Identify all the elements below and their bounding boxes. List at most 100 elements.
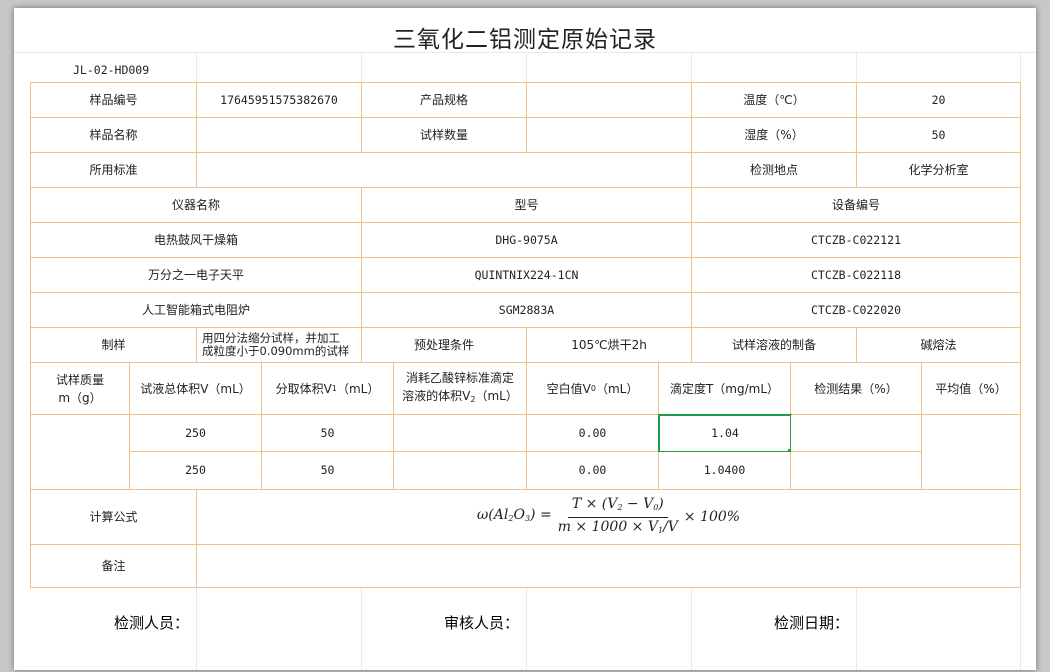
titrant-header-text: 溶液的体积V [402,388,471,403]
titer-header: 滴定度T（mg/mL） [659,363,791,415]
qty-value[interactable] [527,118,692,153]
titrant-volume-cell[interactable] [394,452,527,490]
average-header: 平均值（%） [922,363,1021,415]
gridline [856,52,857,86]
spec-label: 产品规格 [362,83,527,118]
mass-header: 试样质量 m（g） [31,363,130,415]
standard-label: 所用标准 [31,153,197,188]
titrant-header-line1: 消耗乙酸锌标准滴定 [405,370,514,385]
humidity-label: 湿度（%） [692,118,857,153]
instrument-id[interactable]: CTCZB-C022020 [692,293,1021,328]
temp-label: 温度（℃） [692,83,857,118]
instrument-id[interactable]: CTCZB-C022118 [692,258,1021,293]
instrument-name[interactable]: 人工智能箱式电阻炉 [31,293,362,328]
instrument-model[interactable]: DHG-9075A [362,223,692,258]
formula-denominator: m × 1000 × V1/V [558,518,678,538]
total-volume-header: 试液总体积V（mL） [130,363,262,415]
blank-header-unit: （mL） [595,381,639,396]
pretreat-label: 预处理条件 [362,328,527,363]
formula-num-mid: − V [622,495,654,512]
mass-header-line1: 试样质量 [55,372,104,387]
prep-value-line2: 成粒度小于0.090mm的试样 [202,344,350,358]
gridline [691,52,692,86]
solution-value[interactable]: 碱熔法 [857,328,1021,363]
aliquot-header-unit: （mL） [336,381,380,396]
standard-value[interactable] [197,153,692,188]
page-title: 三氧化二铝测定原始记录 [393,27,657,53]
blank-cell[interactable]: 0.00 [527,452,659,490]
result-cell[interactable] [791,415,922,452]
prep-value[interactable]: 用四分法缩分试样，并加工 成粒度小于0.090mm的试样 [197,328,362,363]
formula-lhs-text: ω(Al [476,507,509,523]
pretreat-value[interactable]: 105℃烘干2h [527,328,692,363]
gridline [691,588,692,670]
titer-cell-selected[interactable]: 1.04 [658,414,792,453]
titrant-volume-cell[interactable] [394,415,527,452]
instrument-name-header: 仪器名称 [31,188,362,223]
instrument-model[interactable]: QUINTNIX224-1CN [362,258,692,293]
prep-label: 制样 [31,328,197,363]
aliquot-header-text: 分取体积V [275,381,332,396]
formula-lhs-end: ) = [530,507,552,523]
record-code: JL-02-HD009 [73,63,150,77]
formula-fraction: T × (V2 − V0) m × 1000 × V1/V [558,495,678,538]
formula-num-end: ) [658,495,664,512]
spec-value[interactable] [527,83,692,118]
humidity-value[interactable]: 50 [857,118,1021,153]
gridline [1020,52,1021,86]
gridline [1020,588,1021,670]
average-cell[interactable] [922,415,1021,490]
date-label: 检测日期： [774,614,850,632]
qty-label: 试样数量 [362,118,527,153]
formula-den-text: m × 1000 × V [557,518,658,535]
mass-cell[interactable] [31,415,130,490]
record-sheet: 三氧化二铝测定原始记录 JL-02-HD009 样品编号 17645951575… [14,8,1036,670]
remark-label: 备注 [31,545,197,588]
titrant-volume-header: 消耗乙酸锌标准滴定 溶液的体积V2（mL） [394,363,527,415]
gridline [526,52,527,86]
titer-cell[interactable]: 1.0400 [659,452,791,490]
gridline [196,52,197,86]
gridline [196,588,197,670]
result-header: 检测结果（%） [791,363,922,415]
location-label: 检测地点 [692,153,857,188]
aliquot-volume-header: 分取体积V 1 （mL） [262,363,394,415]
formula-label: 计算公式 [31,490,197,545]
gridline [526,588,527,670]
solution-label: 试样溶液的制备 [692,328,857,363]
total-volume-cell[interactable]: 250 [130,452,262,490]
tester-label: 检测人员： [114,614,190,632]
sample-name-label: 样品名称 [31,118,197,153]
formula-lhs-mid: O [513,507,525,523]
formula-num-text: T × (V [571,495,618,512]
total-volume-cell[interactable]: 250 [130,415,262,452]
titrant-header-unit: （mL） [475,388,518,403]
instrument-id-header: 设备编号 [692,188,1021,223]
gridline [361,52,362,86]
sample-no-value[interactable]: 17645951575382670 [197,83,362,118]
aliquot-volume-cell[interactable]: 50 [262,452,394,490]
instrument-model-header: 型号 [362,188,692,223]
instrument-model[interactable]: SGM2883A [362,293,692,328]
blank-header: 空白值V 0 （mL） [527,363,659,415]
blank-cell[interactable]: 0.00 [527,415,659,452]
blank-header-text: 空白值V [546,381,591,396]
formula-cell: ω(Al2O3) = T × (V2 − V0) m × 1000 × V1/V… [197,490,1021,545]
location-value[interactable]: 化学分析室 [857,153,1021,188]
gridline [361,588,362,670]
reviewer-label: 审核人员： [444,614,520,632]
instrument-id[interactable]: CTCZB-C022121 [692,223,1021,258]
instrument-name[interactable]: 电热鼓风干燥箱 [31,223,362,258]
instrument-name[interactable]: 万分之一电子天平 [31,258,362,293]
result-cell[interactable] [791,452,922,490]
mass-header-line2: m（g） [58,390,102,405]
formula-numerator: T × (V2 − V0) [567,495,668,518]
aliquot-volume-cell[interactable]: 50 [262,415,394,452]
formula-lhs: ω(Al2O3) = [477,508,552,526]
formula-expression: ω(Al2O3) = T × (V2 − V0) m × 1000 × V1/V… [477,495,740,538]
sample-no-label: 样品编号 [31,83,197,118]
remark-value[interactable] [197,545,1021,588]
temp-value[interactable]: 20 [857,83,1021,118]
titrant-header-line2: 溶液的体积V2（mL） [402,387,518,409]
sample-name-value[interactable] [197,118,362,153]
